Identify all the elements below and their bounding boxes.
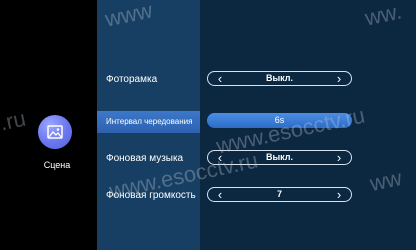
sidebar-item-label: Сцена <box>43 160 71 170</box>
setting-value: 6s <box>274 115 285 125</box>
chevron-right-icon[interactable]: › <box>331 188 347 201</box>
sidebar-item-scene[interactable]: Сцена <box>17 106 97 180</box>
setting-label: Интервал чередования <box>106 117 193 126</box>
setting-row-slide-interval[interactable]: Интервал чередования 6s <box>97 111 416 133</box>
setting-label: Фоторамка <box>106 74 158 85</box>
setting-row-background-volume[interactable]: Фоновая громкость ‹ 7 › <box>97 185 416 207</box>
background-volume-selector[interactable]: ‹ 7 › <box>207 187 352 202</box>
setting-value: Выкл. <box>265 73 294 83</box>
photo-frame-selector[interactable]: ‹ Выкл. › <box>207 71 352 86</box>
setting-label: Фоновая музыка <box>106 153 184 164</box>
chevron-left-icon[interactable]: ‹ <box>212 151 228 164</box>
background-music-selector[interactable]: ‹ Выкл. › <box>207 150 352 165</box>
setting-value: Выкл. <box>265 152 294 162</box>
chevron-right-icon[interactable]: › <box>331 72 347 85</box>
chevron-left-icon[interactable]: ‹ <box>212 72 228 85</box>
setting-value: 7 <box>276 189 282 199</box>
setting-label: Фоновая громкость <box>106 190 196 201</box>
setting-row-background-music[interactable]: Фоновая музыка ‹ Выкл. › <box>97 148 416 170</box>
picture-icon <box>38 115 72 149</box>
chevron-left-icon[interactable]: ‹ <box>212 188 228 201</box>
setting-row-photo-frame[interactable]: Фоторамка ‹ Выкл. › <box>97 69 416 91</box>
slide-interval-selector[interactable]: 6s <box>207 113 352 128</box>
chevron-right-icon[interactable]: › <box>331 151 347 164</box>
